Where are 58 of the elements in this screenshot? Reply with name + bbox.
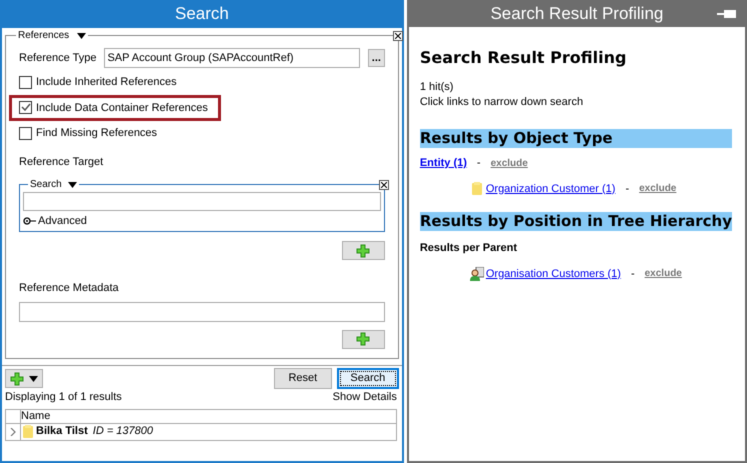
- checkbox-label: Include Inherited References: [36, 75, 177, 90]
- checkbox[interactable]: [19, 76, 32, 89]
- person-icon: [470, 266, 484, 281]
- table-row[interactable]: Bilka Tilst ID = 137800: [6, 424, 396, 440]
- folder-icon: [472, 182, 482, 196]
- field-label: Reference Type: [19, 50, 96, 66]
- caret-icon: [68, 182, 77, 188]
- search-field[interactable]: [23, 192, 381, 211]
- checkbox-label: Find Missing References: [36, 126, 158, 141]
- column-header: Name: [21, 410, 50, 422]
- close-icon[interactable]: [392, 31, 403, 41]
- checkbox[interactable]: [19, 126, 32, 140]
- exclude-link[interactable]: exclude: [644, 266, 682, 282]
- dash: -: [630, 266, 635, 282]
- action-button[interactable]: Search: [336, 368, 399, 389]
- close-icon[interactable]: [378, 180, 389, 190]
- caret-icon: [77, 32, 86, 38]
- hits-count: 1 hit(s): [420, 80, 454, 95]
- pin-icon[interactable]: [717, 9, 737, 19]
- caret-icon: [29, 376, 38, 382]
- section-heading: Results by Position in Tree Hierarchy: [420, 212, 732, 231]
- plus-icon: [356, 332, 370, 346]
- plus-icon: [356, 244, 370, 258]
- reference-type-field[interactable]: SAP Account Group (SAPAccountRef): [104, 48, 360, 68]
- folder-icon: [23, 425, 33, 438]
- result-count: Displaying 1 of 1 results: [5, 390, 122, 405]
- section-label: Reference Metadata: [19, 281, 120, 296]
- dash: -: [625, 182, 630, 196]
- profiling-heading: Search Result Profiling: [420, 47, 628, 69]
- checkbox[interactable]: [19, 101, 32, 114]
- exclude-link[interactable]: exclude: [490, 156, 528, 171]
- add-button[interactable]: [342, 241, 385, 260]
- row-name: Bilka Tilst: [36, 424, 88, 440]
- result-link[interactable]: Organization Customer (1): [486, 180, 616, 197]
- result-link[interactable]: Organisation Customers (1): [486, 266, 621, 282]
- checkbox-label: Include Data Container References: [36, 100, 208, 116]
- panel-title: Search: [2, 0, 402, 28]
- row-id: ID = 137800: [92, 424, 154, 440]
- action-button[interactable]: Reset: [274, 368, 332, 389]
- section-label: Reference Target: [19, 154, 104, 170]
- section-heading: Results by Object Type: [420, 129, 732, 148]
- add-button[interactable]: [342, 330, 385, 348]
- plus-icon: [10, 372, 24, 386]
- add-dropdown-button[interactable]: [5, 369, 43, 388]
- show-details-link[interactable]: Show Details: [332, 389, 397, 406]
- group-legend[interactable]: References: [18, 28, 70, 43]
- metadata-field[interactable]: [19, 302, 385, 322]
- expand-icon[interactable]: [10, 428, 16, 436]
- dash: -: [476, 156, 481, 171]
- subsection-heading: Results per Parent: [420, 241, 518, 256]
- group-legend[interactable]: Search: [30, 177, 62, 192]
- panel-title: Search Result Profiling: [490, 2, 664, 25]
- browse-button[interactable]: ...: [368, 49, 385, 67]
- exclude-link[interactable]: exclude: [639, 181, 676, 196]
- hint-text: Click links to narrow down search: [420, 95, 584, 110]
- key-icon: [23, 217, 36, 226]
- advanced-link[interactable]: Advanced: [38, 213, 87, 230]
- entity-link[interactable]: Entity (1): [420, 155, 467, 172]
